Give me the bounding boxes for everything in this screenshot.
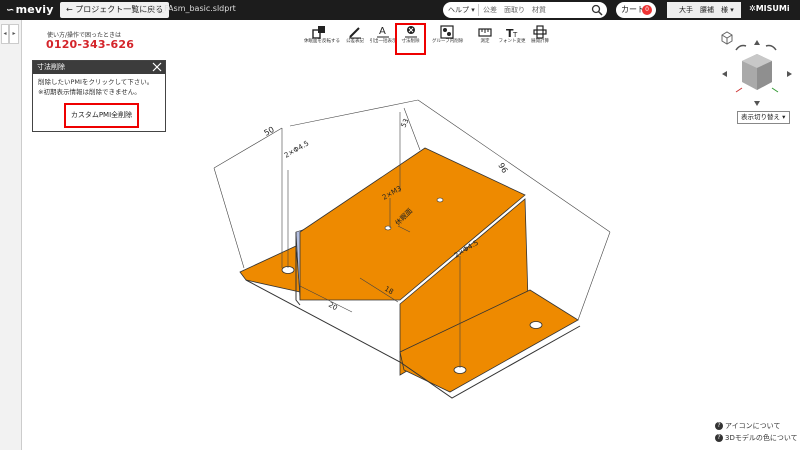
tool-measure[interactable]: 測定 xyxy=(470,25,500,55)
tool-tolerance[interactable]: 公差表記 xyxy=(340,25,370,55)
dimension-delete-panel: 寸法削除 削除したいPMIをクリックして下さい。 ※初期表示情報は削除できません… xyxy=(32,60,166,132)
misumi-star-icon: ✲ xyxy=(749,4,756,13)
tool-leader-text[interactable]: A 引出一括表示 xyxy=(368,25,398,55)
question-icon: ? xyxy=(715,422,723,430)
search-input[interactable]: 公差 面取り 材質 xyxy=(483,4,546,16)
search-help-select[interactable]: ヘルプ ▾ xyxy=(445,4,479,16)
support-banner[interactable]: 使い方/操作で困ったときは 0120-343-626 xyxy=(40,27,135,51)
svg-text:T: T xyxy=(512,31,518,39)
meviy-logo[interactable]: ∽meviy xyxy=(6,3,54,16)
leader-text-icon: A xyxy=(377,26,389,38)
meviy-wave-icon: ∽ xyxy=(6,5,15,16)
user-menu[interactable]: 大手 腰補 様 ▾ xyxy=(667,2,741,18)
dimension-20[interactable]: 20 xyxy=(327,301,339,312)
panel-title: 寸法削除 xyxy=(33,61,165,74)
close-icon[interactable] xyxy=(152,62,162,72)
panel-expand-button[interactable]: ▸ xyxy=(9,24,19,44)
tool-font-change[interactable]: TT フォント変更 xyxy=(497,25,527,55)
font-icon: TT xyxy=(506,27,518,39)
hole[interactable] xyxy=(436,197,444,203)
unfold-icon xyxy=(533,25,547,39)
sheetmetal-model-view[interactable]: 50 2×Φ4.5 96 53 2×M3 休眠面 2×Φ4.5 20 18 xyxy=(180,60,620,410)
dimension-hole-label[interactable]: 2×Φ4.5 xyxy=(283,139,310,159)
file-name: 10_FAsm_basic.sldprt xyxy=(150,4,236,13)
view-cube[interactable] xyxy=(720,30,794,106)
dimension-53[interactable]: 53 xyxy=(400,117,411,128)
question-icon: ? xyxy=(715,434,723,442)
help-link-icons[interactable]: ? アイコンについて xyxy=(715,420,798,432)
hole[interactable] xyxy=(529,321,543,329)
pan-right-icon[interactable] xyxy=(787,71,792,77)
measure-icon xyxy=(478,28,492,37)
tool-unfold-calc[interactable]: 展開計算 xyxy=(525,25,555,55)
dimension-50[interactable]: 50 xyxy=(263,125,276,138)
svg-text:A: A xyxy=(379,26,386,37)
dimension-delete-icon xyxy=(404,26,417,38)
rotate-right-icon[interactable] xyxy=(765,44,777,51)
cart-count-badge: 0 xyxy=(642,5,652,15)
tool-group-delete[interactable]: グループ内削除 xyxy=(432,25,463,55)
support-phone: 0120-343-626 xyxy=(46,38,135,51)
help-links: ? アイコンについて ? 3Dモデルの色について xyxy=(715,420,798,444)
panel-instruction: 削除したいPMIをクリックして下さい。 xyxy=(38,78,154,86)
pan-left-icon[interactable] xyxy=(722,71,727,77)
tool-flip-face[interactable]: 休眠面を反転する xyxy=(304,25,340,55)
left-side-strip: ▸ ◂ xyxy=(0,20,22,450)
cart-button[interactable]: カート 0 xyxy=(616,2,656,18)
cube-icon[interactable] xyxy=(735,54,779,93)
pan-up-icon[interactable] xyxy=(754,40,760,45)
search-bar[interactable]: ヘルプ ▾ 公差 面取り 材質 xyxy=(443,2,607,18)
pan-down-icon[interactable] xyxy=(754,101,760,106)
top-bar: ∽meviy ← プロジェクト一覧に戻る 10_FAsm_basic.sldpr… xyxy=(0,0,800,20)
panel-collapse-button[interactable]: ◂ xyxy=(1,24,9,44)
group-delete-icon xyxy=(440,25,454,39)
tolerance-icon xyxy=(349,27,361,39)
dimension-96[interactable]: 96 xyxy=(496,161,509,174)
rotate-left-icon[interactable] xyxy=(735,44,747,51)
view-home-icon[interactable] xyxy=(721,31,733,45)
flip-face-icon xyxy=(312,26,325,39)
panel-note: ※初期表示情報は削除できません。 xyxy=(38,88,141,96)
tool-dimension-delete[interactable]: 寸法削除 xyxy=(395,23,426,55)
help-link-model-colors[interactable]: ? 3Dモデルの色について xyxy=(715,432,798,444)
misumi-logo: ✲MISUMi xyxy=(749,4,790,13)
arrow-left-icon: ← xyxy=(66,5,76,14)
search-icon[interactable] xyxy=(591,4,603,16)
delete-all-custom-pmi-button[interactable]: カスタムPMI全削除 xyxy=(64,103,139,128)
display-switch-select[interactable]: 表示切り替え ▾ xyxy=(737,111,790,124)
